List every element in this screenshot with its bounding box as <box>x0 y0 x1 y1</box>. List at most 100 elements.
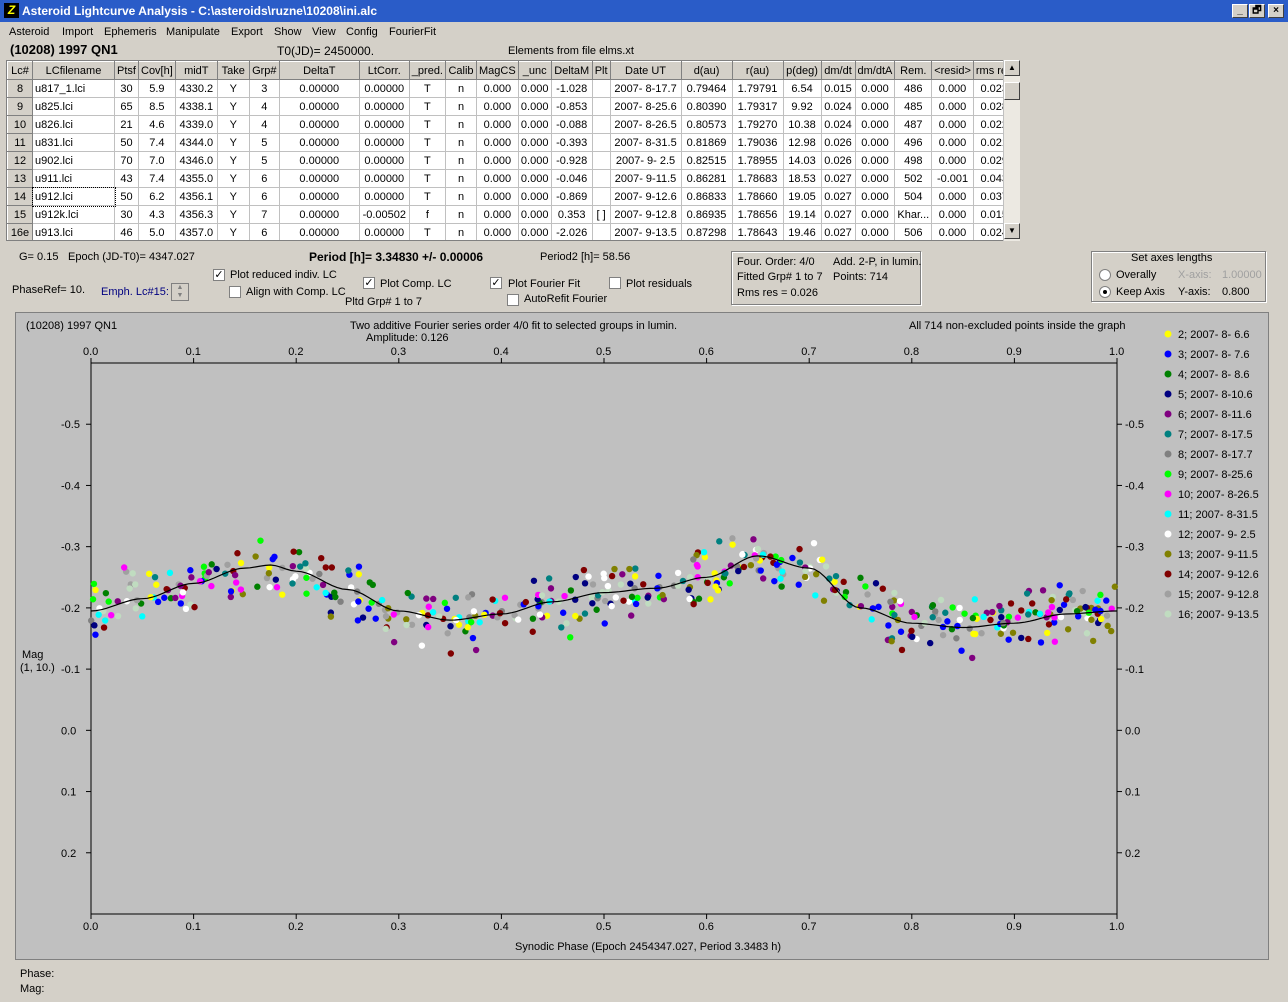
table-cell[interactable]: T <box>408 169 447 188</box>
table-cell[interactable]: 0.000 <box>854 115 896 134</box>
scroll-down-icon[interactable]: ▼ <box>1004 223 1020 239</box>
table-cell[interactable]: 4.3 <box>138 205 176 224</box>
table-cell[interactable]: 0.000 <box>517 115 552 134</box>
table-cell[interactable]: 0.00000 <box>278 169 360 188</box>
table-cell[interactable]: Y <box>216 97 250 116</box>
table-cell[interactable]: 0.000 <box>517 133 552 152</box>
table-cell[interactable]: 7 <box>248 205 280 224</box>
table-cell[interactable]: 6.54 <box>782 79 822 98</box>
table-cell[interactable]: 0.000 <box>854 133 896 152</box>
table-cell[interactable]: 19.14 <box>782 205 822 224</box>
table-cell[interactable]: 0.00000 <box>358 79 410 98</box>
emph-spinner[interactable]: ▲ ▼ <box>171 283 189 301</box>
column-header[interactable]: Lc# <box>7 61 33 80</box>
table-cell[interactable]: 0.000 <box>476 133 519 152</box>
table-cell[interactable]: 0.00000 <box>278 151 360 170</box>
table-cell[interactable]: 19.46 <box>782 223 822 240</box>
table-cell[interactable]: f <box>408 205 447 224</box>
table-cell[interactable]: 487 <box>894 115 933 134</box>
table-row[interactable]: 9 u825.lci 65 8.5 4338.1 Y 4 0.00000 0.00000 Tn 0.… <box>7 97 1016 116</box>
table-cell[interactable]: n <box>445 187 477 206</box>
table-cell[interactable]: Y <box>216 187 250 206</box>
table-cell[interactable] <box>591 151 611 170</box>
table-cell[interactable]: 9.92 <box>782 97 822 116</box>
table-cell[interactable]: n <box>445 169 477 188</box>
scroll-up-icon[interactable]: ▲ <box>1004 60 1020 76</box>
table-cell[interactable]: 12 <box>7 151 33 170</box>
table-cell[interactable]: Khar... <box>894 205 933 224</box>
table-cell[interactable]: 4344.0 <box>174 133 218 152</box>
table-cell[interactable]: 7.0 <box>138 151 176 170</box>
table-cell[interactable]: u913.lci <box>32 223 115 240</box>
table-cell[interactable]: Y <box>216 115 250 134</box>
table-cell[interactable]: 0.000 <box>517 187 552 206</box>
table-cell[interactable]: 1.79036 <box>731 133 784 152</box>
residuals-checkbox[interactable] <box>609 277 621 289</box>
column-header[interactable]: _unc <box>517 61 552 80</box>
column-header[interactable]: dm/dt <box>820 61 856 80</box>
table-cell[interactable]: u912k.lci <box>32 205 115 224</box>
table-cell[interactable]: 19.05 <box>782 187 822 206</box>
table-cell[interactable] <box>591 79 611 98</box>
table-cell[interactable] <box>591 97 611 116</box>
table-cell[interactable]: 2007- 8-17.7 <box>609 79 682 98</box>
column-header[interactable]: Calib <box>445 61 477 80</box>
table-cell[interactable]: n <box>445 115 477 134</box>
table-cell[interactable]: 10 <box>7 115 33 134</box>
table-cell[interactable]: 50 <box>114 187 139 206</box>
table-cell[interactable]: 0.81869 <box>680 133 733 152</box>
table-cell[interactable]: 506 <box>894 223 933 240</box>
table-cell[interactable]: T <box>408 79 447 98</box>
overall-radio[interactable] <box>1099 269 1111 281</box>
table-cell[interactable]: u911.lci <box>32 169 115 188</box>
table-cell[interactable]: 0.015 <box>820 79 856 98</box>
table-cell[interactable]: -0.393 <box>550 133 593 152</box>
table-cell[interactable]: 0.79464 <box>680 79 733 98</box>
table-cell[interactable]: 5 <box>248 133 280 152</box>
table-cell[interactable]: 0.000 <box>854 151 896 170</box>
table-cell[interactable]: 0.000 <box>931 187 974 206</box>
table-cell[interactable]: 5.9 <box>138 79 176 98</box>
table-cell[interactable]: n <box>445 151 477 170</box>
keep-axis-radio[interactable] <box>1099 286 1111 298</box>
column-header[interactable]: Rem. <box>894 61 933 80</box>
table-cell[interactable]: 504 <box>894 187 933 206</box>
column-header[interactable]: LtCorr. <box>358 61 410 80</box>
table-cell[interactable]: 0.00000 <box>358 169 410 188</box>
table-cell[interactable]: 6 <box>248 169 280 188</box>
table-cell[interactable]: T <box>408 115 447 134</box>
restore-button[interactable]: 🗗 <box>1249 4 1265 18</box>
column-header[interactable]: DeltaM <box>550 61 593 80</box>
table-cell[interactable]: 1.79791 <box>731 79 784 98</box>
fourier-checkbox[interactable]: ✓ <box>490 277 502 289</box>
column-header[interactable]: _pred. <box>408 61 447 80</box>
table-cell[interactable]: 2007- 8-31.5 <box>609 133 682 152</box>
table-cell[interactable]: 0.86833 <box>680 187 733 206</box>
table-cell[interactable]: 2007- 8-26.5 <box>609 115 682 134</box>
table-cell[interactable]: 0.000 <box>854 187 896 206</box>
table-cell[interactable]: T <box>408 223 447 240</box>
table-cell[interactable]: Y <box>216 151 250 170</box>
table-cell[interactable]: 43 <box>114 169 139 188</box>
table-row[interactable]: 14 u912.lci 50 6.2 4356.1 Y 6 0.00000 0.00000 Tn 0… <box>7 186 1016 207</box>
xaxis-value[interactable]: 1.00000 <box>1222 269 1262 281</box>
table-cell[interactable]: 0.000 <box>476 151 519 170</box>
column-header[interactable]: DeltaT <box>278 61 360 80</box>
table-cell[interactable]: 14 <box>7 187 33 206</box>
column-header[interactable]: Cov[h] <box>138 61 176 80</box>
table-cell[interactable]: 0.00000 <box>358 187 410 206</box>
table-cell[interactable]: 0.82515 <box>680 151 733 170</box>
column-header[interactable]: LCfilename <box>32 61 115 80</box>
align-checkbox[interactable] <box>229 286 241 298</box>
minimize-button[interactable]: _ <box>1232 4 1248 18</box>
table-cell[interactable]: 4330.2 <box>174 79 218 98</box>
table-cell[interactable]: 4346.0 <box>174 151 218 170</box>
scroll-thumb[interactable] <box>1004 82 1020 100</box>
table-cell[interactable]: 0.00000 <box>358 97 410 116</box>
table-cell[interactable]: 2007- 8-25.6 <box>609 97 682 116</box>
table-cell[interactable]: 15 <box>7 205 33 224</box>
column-header[interactable]: Take <box>216 61 250 80</box>
table-cell[interactable]: n <box>445 79 477 98</box>
table-cell[interactable]: -0.00502 <box>358 205 410 224</box>
table-cell[interactable]: 7.4 <box>138 169 176 188</box>
